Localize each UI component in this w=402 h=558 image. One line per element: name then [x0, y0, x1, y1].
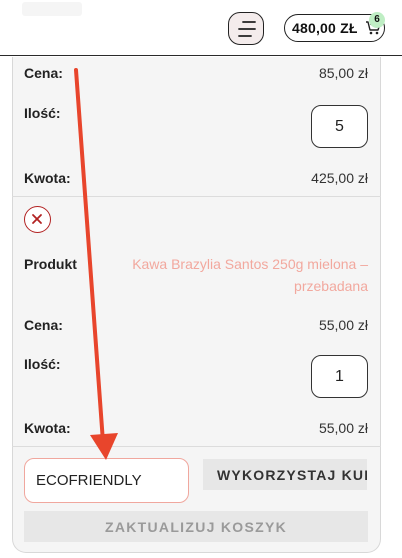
price-label: Cena: [24, 317, 63, 333]
remove-item-button[interactable] [24, 206, 51, 233]
row-divider [12, 196, 381, 197]
price-value: 85,00 zł [318, 65, 368, 81]
amount-value: 425,00 zł [311, 170, 368, 186]
logo[interactable] [22, 2, 82, 16]
row-divider [12, 446, 381, 447]
product-label: Produkt [24, 256, 77, 272]
update-cart-button[interactable]: ZAKTUALIZUJ KOSZYK [24, 511, 368, 542]
menu-button[interactable] [228, 12, 264, 45]
cart-count-badge: 6 [369, 12, 385, 28]
quantity-input[interactable]: 5 [311, 105, 368, 148]
amount-label: Kwota: [24, 420, 71, 436]
price-label: Cena: [24, 65, 63, 81]
quantity-label: Ilość: [24, 356, 61, 372]
quantity-label: Ilość: [24, 105, 61, 121]
quantity-input[interactable]: 1 [311, 355, 368, 398]
coupon-code-input[interactable] [24, 458, 189, 503]
amount-value: 55,00 zł [318, 420, 368, 436]
hamburger-menu-icon [238, 21, 256, 37]
cart-total: 480,00 ZŁ [292, 20, 358, 36]
product-name-link[interactable]: Kawa Brazylia Santos 250g mielona – prze… [118, 253, 368, 297]
apply-coupon-button[interactable]: WYKORZYSTAJ KUPON [203, 459, 367, 490]
close-icon [32, 214, 42, 224]
amount-label: Kwota: [24, 170, 71, 186]
price-value: 55,00 zł [318, 317, 368, 333]
site-header: 480,00 ZŁ 6 [0, 0, 402, 56]
